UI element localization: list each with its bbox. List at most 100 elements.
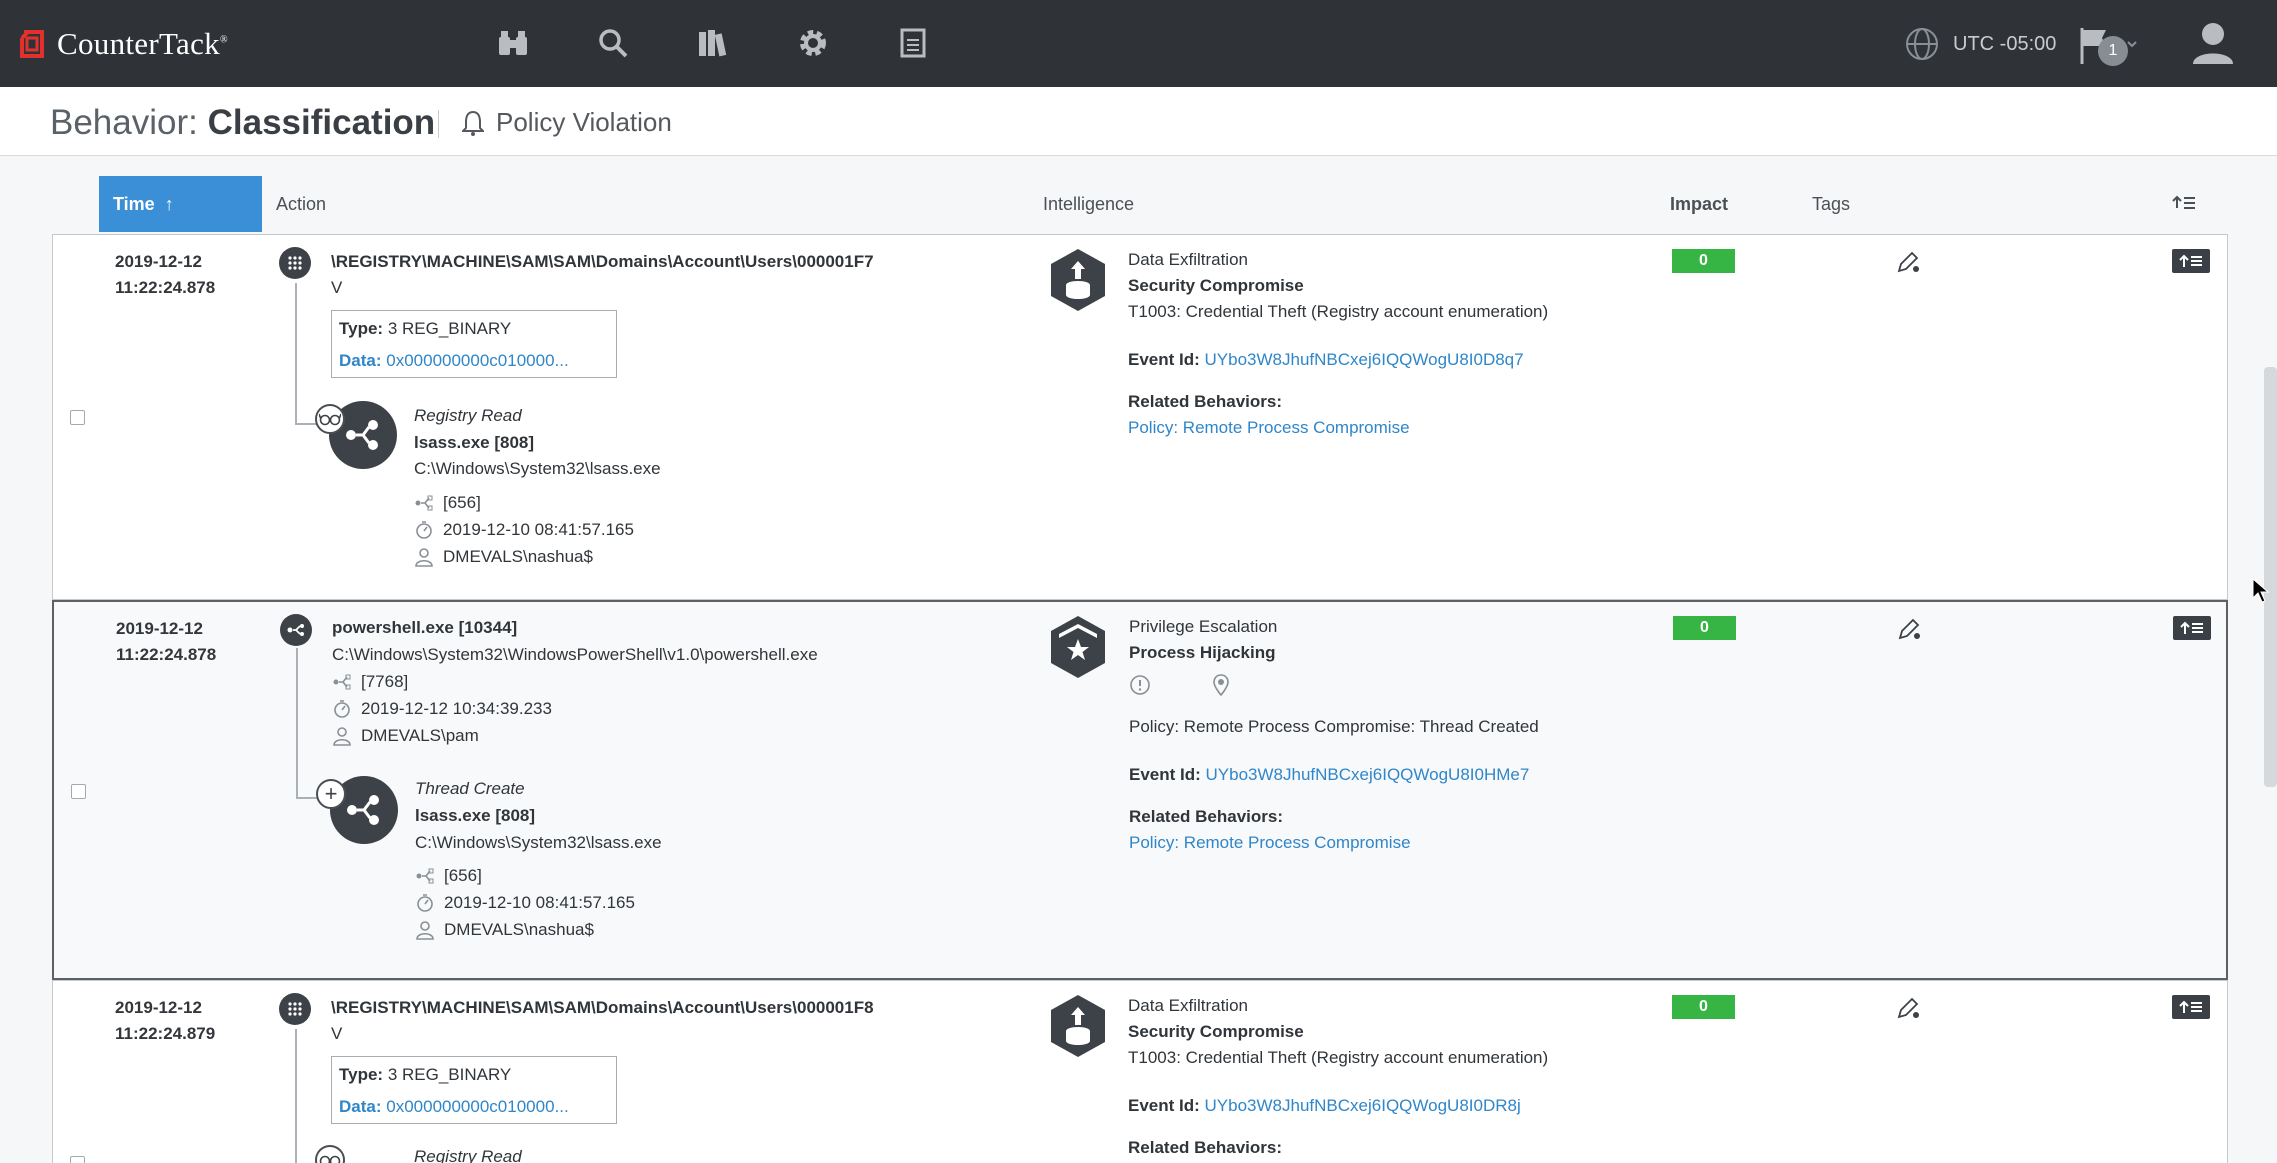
stopwatch-icon (416, 521, 432, 539)
tree-connector (296, 648, 298, 799)
user-icon (416, 921, 434, 940)
policy-violation-label: Policy Violation (462, 107, 672, 138)
glasses-icon (315, 1145, 345, 1163)
intel-technique: T1003: Credential Theft (Registry accoun… (1128, 302, 1549, 321)
row-checkbox[interactable] (70, 410, 85, 425)
process-icon (280, 614, 312, 646)
registry-path: \REGISTRY\MACHINE\SAM\SAM\Domains\Accoun… (331, 998, 874, 1017)
bell-icon (462, 110, 484, 136)
location-pin-icon[interactable] (1212, 673, 1230, 697)
tree-connector (295, 1029, 297, 1163)
column-header-tags[interactable]: Tags (1812, 176, 1850, 232)
timezone-selector[interactable]: UTC -05:00 (1905, 27, 2056, 61)
library-icon[interactable] (685, 20, 741, 66)
child-process-path: C:\Windows\System32\lsass.exe (415, 833, 662, 852)
process-user: DMEVALS\pam (361, 726, 479, 745)
event-id-link[interactable]: UYbo3W8JhufNBCxej6IQQWogU8I0HMe7 (1206, 765, 1530, 784)
event-id-link[interactable]: UYbo3W8JhufNBCxej6IQQWogU8I0DR8j (1205, 1096, 1521, 1115)
child-operation: Registry Read (414, 406, 522, 425)
intel-subcategory: Security Compromise (1128, 1022, 1304, 1041)
impact-score-badge: 0 (1672, 249, 1735, 273)
row-checkbox[interactable] (70, 1156, 85, 1163)
registry-value-name: V (331, 1024, 343, 1043)
child-process-path: C:\Windows\System32\lsass.exe (414, 459, 661, 478)
parent-pid: [656] (444, 866, 482, 885)
child-process: lsass.exe [808] (414, 433, 535, 452)
registry-path: \REGISTRY\MACHINE\SAM\SAM\Domains\Accoun… (331, 252, 874, 271)
main-nav (485, 20, 941, 66)
table-header: Time ↑ Action Intelligence Impact Tags (50, 176, 2228, 232)
intel-subcategory: Security Compromise (1128, 276, 1304, 295)
user-avatar-icon[interactable] (2188, 20, 2238, 66)
title-divider (438, 110, 439, 138)
related-behavior-link[interactable]: Policy: Remote Process Compromise (1128, 418, 1410, 438)
process-start-time: 2019-12-10 08:41:57.165 (444, 893, 635, 912)
parent-pid: [656] (443, 493, 481, 512)
info-icon[interactable] (1129, 674, 1151, 696)
parent-process-icon (415, 495, 433, 511)
parent-process-icon (333, 674, 351, 690)
intel-policy: Policy: Remote Process Compromise: Threa… (1129, 717, 1539, 736)
impact-score-badge: 0 (1672, 995, 1735, 1019)
registry-icon (279, 247, 311, 279)
column-header-intelligence[interactable]: Intelligence (1043, 176, 1134, 232)
globe-icon (1906, 28, 1938, 60)
event-id: Event Id: UYbo3W8JhufNBCxej6IQQWogU8I0D8… (1128, 350, 1524, 369)
intel-category: Data Exfiltration (1128, 996, 1248, 1015)
data-exfiltration-icon (1051, 995, 1105, 1057)
data-exfiltration-icon (1051, 249, 1105, 311)
stopwatch-icon (417, 894, 433, 912)
countertack-logo-icon (20, 30, 44, 58)
table-row[interactable]: 2019-12-12 11:22:24.879 \REGISTRY\MACHINE… (52, 980, 2228, 1163)
parent-process-icon (416, 868, 434, 884)
scrollbar-thumb[interactable] (2264, 367, 2277, 787)
user-icon (333, 727, 351, 746)
user-icon (415, 548, 433, 567)
impact-score-badge: 0 (1673, 616, 1736, 640)
process-start-time: 2019-12-12 10:34:39.233 (361, 699, 552, 718)
parent-pid: [7768] (361, 672, 409, 691)
intel-technique: T1003: Credential Theft (Registry accoun… (1128, 1048, 1549, 1067)
collapse-row-button[interactable] (2173, 616, 2211, 640)
gear-icon[interactable] (785, 20, 841, 66)
child-operation: Registry Read (414, 1147, 522, 1163)
related-behavior-link[interactable]: Policy: Remote Process Compromise (1129, 833, 1411, 853)
collapse-all-icon[interactable] (2172, 176, 2196, 232)
notifications-flag[interactable]: 1 (2078, 24, 2140, 66)
edit-tags-icon[interactable] (1896, 249, 1922, 275)
event-id-link[interactable]: UYbo3W8JhufNBCxej6IQQWogU8I0D8q7 (1205, 350, 1524, 369)
collapse-row-button[interactable] (2172, 995, 2210, 1019)
registry-data-link[interactable]: 0x000000000c010000... (386, 1097, 568, 1116)
search-icon[interactable] (585, 20, 641, 66)
row-timestamp: 2019-12-12 11:22:24.878 (115, 252, 216, 297)
binoculars-icon[interactable] (485, 20, 541, 66)
mouse-cursor-icon (2252, 578, 2270, 603)
collapse-row-button[interactable] (2172, 249, 2210, 273)
row-timestamp: 2019-12-12 11:22:24.878 (116, 619, 217, 664)
process-name: powershell.exe [10344] (332, 618, 518, 637)
registry-data-link[interactable]: 0x000000000c010000... (386, 351, 568, 370)
brand-logo[interactable]: CounterTack® (18, 26, 228, 62)
row-checkbox[interactable] (71, 784, 86, 799)
top-navigation-bar: CounterTack® UTC -05:00 1 (0, 0, 2277, 87)
edit-tags-icon[interactable] (1897, 616, 1923, 642)
column-header-time[interactable]: Time ↑ (99, 176, 262, 232)
tree-connector (295, 283, 297, 423)
timezone-label: UTC -05:00 (1953, 32, 2057, 55)
stopwatch-icon (334, 700, 350, 718)
glasses-icon (315, 404, 345, 434)
table-row[interactable]: 2019-12-12 11:22:24.878 \REGISTRY\MACHINE… (52, 234, 2228, 600)
registry-data-box: Type: 3 REG_BINARY Data: 0x000000000c010… (331, 1056, 617, 1124)
column-header-impact[interactable]: Impact (1670, 176, 1728, 232)
row-timestamp: 2019-12-12 11:22:24.879 (115, 998, 216, 1043)
plus-icon: + (316, 779, 346, 809)
privilege-escalation-icon (1051, 616, 1105, 678)
process-path: C:\Windows\System32\WindowsPowerShell\v1… (332, 645, 818, 664)
edit-tags-icon[interactable] (1896, 995, 1922, 1021)
registry-data-box: Type: 3 REG_BINARY Data: 0x000000000c010… (331, 310, 617, 378)
report-icon[interactable] (885, 20, 941, 66)
related-behaviors-label: Related Behaviors: (1128, 1138, 1282, 1157)
column-header-action[interactable]: Action (276, 176, 326, 232)
event-id: Event Id: UYbo3W8JhufNBCxej6IQQWogU8I0DR… (1128, 1096, 1521, 1115)
table-row-selected[interactable]: 2019-12-12 11:22:24.878 powershell.exe [1… (52, 600, 2228, 980)
